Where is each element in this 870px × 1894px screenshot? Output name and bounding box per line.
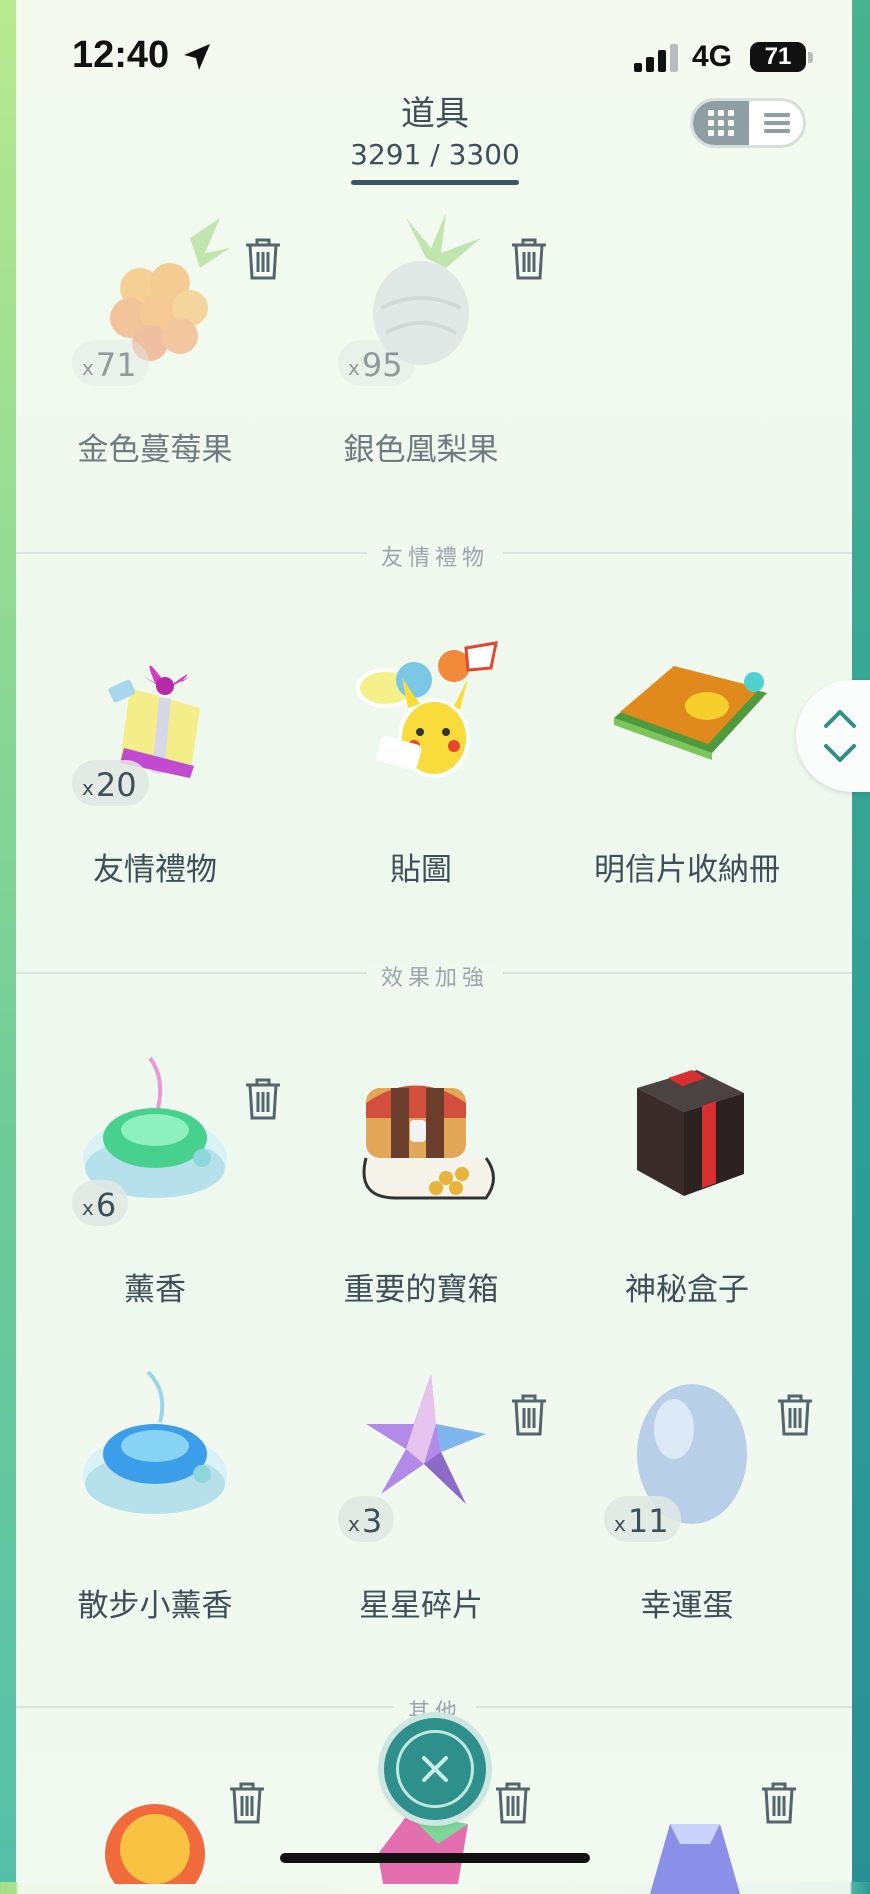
signal-bars-icon bbox=[634, 44, 678, 72]
item-name: 友情禮物 bbox=[93, 852, 217, 888]
section-label-boosts: 效果加強 bbox=[0, 960, 870, 992]
battery-icon: 71 bbox=[750, 42, 806, 72]
battery-cap bbox=[808, 52, 813, 63]
chevron-up-down-icon bbox=[824, 710, 856, 762]
quantity-badge: x 11 bbox=[604, 1496, 681, 1542]
trash-icon[interactable] bbox=[242, 236, 284, 282]
list-icon bbox=[763, 113, 790, 133]
item-name: 散步小薰香 bbox=[77, 1588, 233, 1624]
daily-adventure-incense-icon bbox=[83, 1370, 227, 1514]
item-name: 星星碎片 bbox=[359, 1588, 483, 1624]
item-name: 幸運蛋 bbox=[640, 1588, 734, 1624]
item-daily-adventure-incense[interactable]: 散步小薰香 bbox=[20, 1364, 290, 1664]
location-arrow-icon bbox=[184, 44, 210, 70]
quantity-badge: x 71 bbox=[72, 340, 149, 386]
grid-view-button[interactable] bbox=[693, 101, 749, 145]
item-name: 金色蔓莓果 bbox=[77, 432, 233, 468]
list-view-button[interactable] bbox=[750, 101, 803, 145]
close-button-ring bbox=[396, 1730, 474, 1808]
item-name: 貼圖 bbox=[390, 852, 452, 888]
right-frame bbox=[852, 0, 870, 1882]
sticker-icon bbox=[356, 641, 498, 778]
item-lucky-egg[interactable]: x 11 幸運蛋 bbox=[552, 1364, 822, 1664]
quantity-badge: x 20 bbox=[72, 760, 149, 806]
trash-icon[interactable] bbox=[508, 1392, 550, 1438]
item-treasure-chest[interactable]: 重要的寶箱 bbox=[286, 1048, 556, 1348]
trash-icon[interactable] bbox=[758, 1780, 800, 1826]
item-incense[interactable]: x6 薰香 bbox=[20, 1048, 290, 1348]
status-time: 12:40 bbox=[72, 34, 170, 76]
item-name: 重要的寶箱 bbox=[343, 1272, 499, 1308]
mystery-box-icon bbox=[637, 1070, 744, 1196]
bag-count-underline bbox=[351, 180, 519, 185]
trash-icon[interactable] bbox=[226, 1780, 268, 1826]
tm-icon bbox=[650, 1824, 740, 1894]
quantity-badge: x6 bbox=[72, 1180, 129, 1226]
network-label: 4G bbox=[692, 40, 733, 73]
item-star-piece[interactable]: x3 星星碎片 bbox=[286, 1364, 556, 1664]
item-golden-razz-berry[interactable]: x 71 金色蔓莓果 bbox=[20, 208, 290, 508]
section-label-friendship: 友情禮物 bbox=[0, 540, 870, 572]
trash-icon[interactable] bbox=[492, 1780, 534, 1826]
item-name: 明信片收納冊 bbox=[594, 852, 780, 888]
quantity-badge: x 95 bbox=[338, 340, 415, 386]
item-name: 銀色凰梨果 bbox=[343, 432, 499, 468]
trash-icon[interactable] bbox=[774, 1392, 816, 1438]
item-postcard-book[interactable]: 明信片收納冊 bbox=[552, 628, 822, 928]
item-mystery-box[interactable]: 神秘盒子 bbox=[552, 1048, 822, 1348]
trash-icon[interactable] bbox=[242, 1076, 284, 1122]
treasure-chest-icon bbox=[362, 1085, 495, 1200]
quantity-badge: x3 bbox=[338, 1496, 395, 1542]
close-icon bbox=[422, 1756, 448, 1782]
view-toggle[interactable] bbox=[690, 98, 806, 148]
rare-candy-icon bbox=[105, 1804, 205, 1884]
trash-icon[interactable] bbox=[508, 236, 550, 282]
item-name: 薰香 bbox=[124, 1272, 186, 1308]
item-sticker[interactable]: 貼圖 bbox=[286, 628, 556, 928]
home-indicator[interactable] bbox=[280, 1853, 590, 1863]
left-frame bbox=[0, 0, 16, 1882]
battery-level: 71 bbox=[764, 43, 792, 70]
item-gift[interactable]: x 20 友情禮物 bbox=[20, 628, 290, 928]
item-silver-pinap-berry[interactable]: x 95 銀色凰梨果 bbox=[286, 208, 556, 508]
close-button[interactable] bbox=[384, 1718, 486, 1820]
grid-icon bbox=[708, 110, 734, 136]
postcard-book-icon bbox=[614, 666, 767, 760]
item-name: 神秘盒子 bbox=[625, 1272, 749, 1308]
